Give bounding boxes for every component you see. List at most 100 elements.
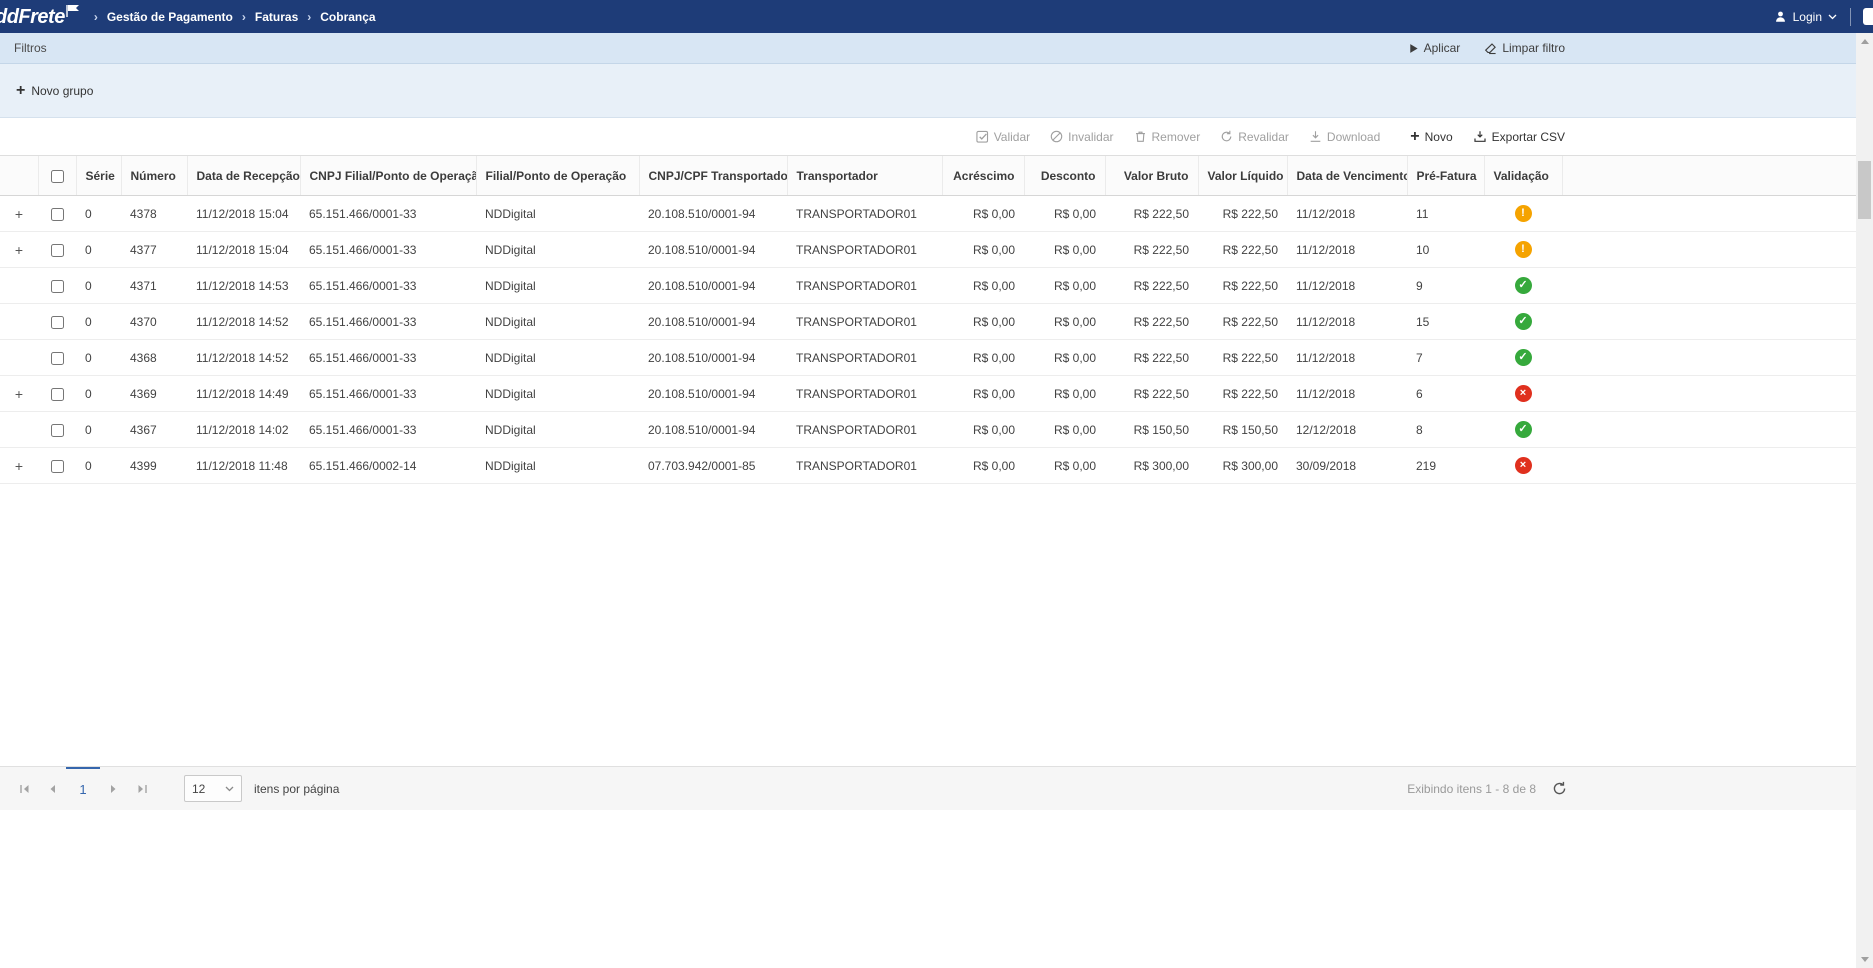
row-checkbox-cell bbox=[38, 268, 76, 304]
col-acrescimo[interactable]: Acréscimo bbox=[942, 156, 1024, 196]
cell-pre-fatura: 10 bbox=[1407, 232, 1484, 268]
select-all-checkbox[interactable] bbox=[51, 170, 64, 183]
col-valor-bruto[interactable]: Valor Bruto bbox=[1105, 156, 1198, 196]
row-checkbox-cell bbox=[38, 340, 76, 376]
app-logo[interactable]: ddFrete bbox=[0, 2, 80, 32]
row-checkbox[interactable] bbox=[51, 352, 64, 365]
col-cnpj-filial[interactable]: CNPJ Filial/Ponto de Operação bbox=[300, 156, 476, 196]
row-checkbox[interactable] bbox=[51, 388, 64, 401]
col-serie[interactable]: Série bbox=[76, 156, 121, 196]
cell-valor-bruto: R$ 150,50 bbox=[1105, 412, 1198, 448]
last-page-button[interactable] bbox=[128, 775, 156, 803]
apply-filter-button[interactable]: Aplicar bbox=[1408, 41, 1461, 55]
col-cnpj-transportador[interactable]: CNPJ/CPF Transportador bbox=[639, 156, 787, 196]
cell-data-recepcao: 11/12/2018 14:49 bbox=[187, 376, 300, 412]
cell-valor-liquido: R$ 150,50 bbox=[1198, 412, 1287, 448]
validation-error-icon: × bbox=[1515, 385, 1532, 402]
filter-group-bar: + Novo grupo bbox=[0, 64, 1873, 118]
validation-success-icon: ✓ bbox=[1515, 277, 1532, 294]
chevron-down-icon bbox=[225, 786, 234, 792]
expand-row-toggle[interactable]: + bbox=[0, 232, 38, 268]
revalidate-button[interactable]: Revalidar bbox=[1220, 130, 1289, 144]
cell-cnpj-filial: 65.151.466/0001-33 bbox=[300, 412, 476, 448]
expand-row-toggle[interactable]: + bbox=[0, 196, 38, 232]
cell-validacao: ✓ bbox=[1484, 268, 1562, 304]
col-numero[interactable]: Número bbox=[121, 156, 187, 196]
table-row: 0437011/12/2018 14:5265.151.466/0001-33N… bbox=[0, 304, 1856, 340]
clear-filter-label: Limpar filtro bbox=[1502, 41, 1565, 55]
col-cnpj-transportador-label: CNPJ/CPF Transportador bbox=[649, 169, 788, 183]
cell-serie: 0 bbox=[76, 232, 121, 268]
trash-icon bbox=[1134, 130, 1147, 143]
row-checkbox[interactable] bbox=[51, 460, 64, 473]
expand-row-toggle[interactable]: + bbox=[0, 448, 38, 484]
row-checkbox[interactable] bbox=[51, 316, 64, 329]
scrollbar-thumb[interactable] bbox=[1858, 161, 1871, 219]
col-filial[interactable]: Filial/Ponto de Operação bbox=[476, 156, 639, 196]
cell-data-vencimento: 11/12/2018 bbox=[1287, 340, 1407, 376]
next-page-button[interactable] bbox=[100, 775, 128, 803]
cell-cnpj-filial: 65.151.466/0001-33 bbox=[300, 376, 476, 412]
col-data-vencimento[interactable]: Data de Vencimento bbox=[1287, 156, 1407, 196]
new-group-button[interactable]: + Novo grupo bbox=[16, 84, 93, 98]
scrollbar-down-arrow-icon[interactable] bbox=[1856, 951, 1873, 968]
col-pre-fatura[interactable]: Pré-Fatura bbox=[1407, 156, 1484, 196]
cancel-circle-icon bbox=[1050, 130, 1063, 143]
row-checkbox[interactable] bbox=[51, 280, 64, 293]
filters-actions: Aplicar Limpar filtro bbox=[1408, 41, 1565, 55]
eraser-icon bbox=[1484, 42, 1497, 55]
cell-numero: 4370 bbox=[121, 304, 187, 340]
row-checkbox[interactable] bbox=[51, 244, 64, 257]
cell-acrescimo: R$ 0,00 bbox=[942, 304, 1024, 340]
previous-page-button[interactable] bbox=[38, 775, 66, 803]
cell-validacao: ! bbox=[1484, 232, 1562, 268]
row-checkbox[interactable] bbox=[51, 208, 64, 221]
cell-validacao: ✓ bbox=[1484, 340, 1562, 376]
cell-valor-bruto: R$ 222,50 bbox=[1105, 376, 1198, 412]
col-transportador[interactable]: Transportador bbox=[787, 156, 942, 196]
cell-serie: 0 bbox=[76, 376, 121, 412]
invalidate-button[interactable]: Invalidar bbox=[1050, 130, 1113, 144]
col-valor-liquido[interactable]: Valor Líquido bbox=[1198, 156, 1287, 196]
download-label: Download bbox=[1327, 130, 1380, 144]
col-desconto[interactable]: Desconto bbox=[1024, 156, 1105, 196]
remove-button[interactable]: Remover bbox=[1134, 130, 1201, 144]
validate-button[interactable]: Validar bbox=[976, 130, 1030, 144]
col-validacao[interactable]: Validação bbox=[1484, 156, 1562, 196]
filters-bar: Filtros Aplicar Limpar filtro bbox=[0, 33, 1873, 64]
apps-icon[interactable] bbox=[1863, 8, 1873, 25]
page-number-1[interactable]: 1 bbox=[66, 767, 100, 810]
validation-error-icon: × bbox=[1515, 457, 1532, 474]
pager-summary: Exibindo itens 1 - 8 de 8 bbox=[1407, 782, 1536, 796]
first-page-button[interactable] bbox=[10, 775, 38, 803]
row-filler-cell bbox=[1562, 448, 1856, 484]
cell-data-recepcao: 11/12/2018 15:04 bbox=[187, 196, 300, 232]
validation-success-icon: ✓ bbox=[1515, 421, 1532, 438]
cell-filial: NDDigital bbox=[476, 412, 639, 448]
refresh-grid-button[interactable] bbox=[1552, 781, 1567, 796]
cell-desconto: R$ 0,00 bbox=[1024, 448, 1105, 484]
col-data-recepcao-label: Data de Recepção bbox=[197, 169, 300, 183]
cell-data-vencimento: 11/12/2018 bbox=[1287, 376, 1407, 412]
col-data-recepcao[interactable]: Data de Recepção↓ bbox=[187, 156, 300, 196]
cell-pre-fatura: 219 bbox=[1407, 448, 1484, 484]
cell-data-vencimento: 11/12/2018 bbox=[1287, 268, 1407, 304]
breadcrumb-item-gestao-de-pagamento[interactable]: Gestão de Pagamento bbox=[107, 10, 233, 24]
new-button[interactable]: + Novo bbox=[1410, 130, 1452, 144]
clear-filter-button[interactable]: Limpar filtro bbox=[1484, 41, 1565, 55]
expand-row-toggle[interactable]: + bbox=[0, 376, 38, 412]
vertical-scrollbar[interactable] bbox=[1856, 33, 1873, 968]
cell-cnpj-filial: 65.151.466/0001-33 bbox=[300, 268, 476, 304]
export-csv-button[interactable]: Exportar CSV bbox=[1473, 130, 1565, 144]
cell-cnpj-transportador: 20.108.510/0001-94 bbox=[639, 412, 787, 448]
breadcrumb-item-cobranca[interactable]: Cobrança bbox=[320, 10, 375, 24]
cell-data-recepcao: 11/12/2018 11:48 bbox=[187, 448, 300, 484]
breadcrumb-item-faturas[interactable]: Faturas bbox=[255, 10, 298, 24]
header-filler bbox=[1562, 156, 1856, 196]
row-checkbox[interactable] bbox=[51, 424, 64, 437]
download-button[interactable]: Download bbox=[1309, 130, 1380, 144]
scrollbar-up-arrow-icon[interactable] bbox=[1856, 33, 1873, 50]
row-filler-cell bbox=[1562, 196, 1856, 232]
login-menu[interactable]: Login bbox=[1761, 0, 1850, 33]
page-size-select[interactable]: 12 bbox=[184, 775, 242, 802]
